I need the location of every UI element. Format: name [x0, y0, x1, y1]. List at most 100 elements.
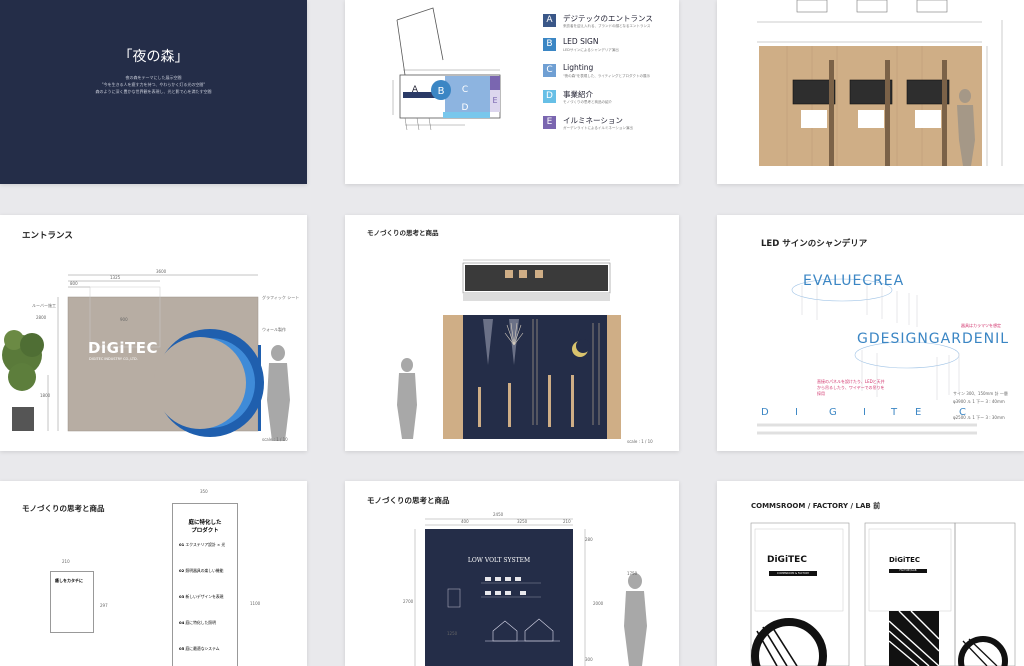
board-item-num: 03 [179, 594, 185, 599]
small-board: 癒しをカタチに [50, 571, 94, 633]
cover-slide[interactable]: 「夜の森」 夜の森をテーマにした展示空間 "今を生きる人を癒す力を持つ、やわらか… [0, 0, 307, 184]
letter-t: T [891, 407, 898, 418]
legend-sub-c: "夜の森"を表現した、ライティングとプロダクトの展示 [563, 74, 650, 78]
dim-left: 800 [70, 281, 78, 286]
board-item-label: 庭に最適なシステム [185, 646, 220, 651]
small-board-title: 癒しをカタチに [55, 578, 83, 583]
dim-total: 3600 [156, 269, 167, 274]
cover-line-2: "今を生きる人を癒す力を持つ、やわらかく灯る光の空間" [101, 82, 206, 87]
entrance-drawing [2, 274, 290, 441]
dim-lower: 1800 [40, 393, 51, 398]
board-item-num: 05 [179, 646, 185, 651]
lv-dim-top: 280 [585, 537, 593, 542]
commsroom-slide[interactable]: COMMSROOM / FACTORY / LAB 前 DiGiTEC COMM… [717, 481, 1024, 666]
cover-line-3: 森のように深く豊かな世界観を表現し、光と影で心を満たす空間 [95, 89, 212, 94]
board-item-num: 04 [179, 620, 185, 625]
dim-height: 2800 [36, 315, 47, 320]
board-item-5: 05 庭に最適なシステム [179, 646, 220, 652]
legend-sub-a: 来訪者を迎え入れる、ブランドの顔となるエントランス [563, 24, 651, 28]
legend-label-a: デジテックのエントランス [563, 14, 653, 23]
legend-label-d: 事業紹介 [563, 90, 593, 99]
board-item-4: 04 庭に特化した照明 [179, 620, 216, 626]
board-item-2: 02 照明器具の楽しい機能 [179, 568, 223, 574]
board-item-num: 01 [179, 542, 185, 547]
floor-plan-drawing: B A C D E [392, 7, 501, 131]
cover-title: 「夜の森」 [118, 49, 189, 65]
board-item-label: 照明器具の楽しい機能 [185, 568, 224, 573]
legend-badge-d: D [543, 90, 556, 103]
ring2-text: GDESIGNGARDENIL [857, 331, 1009, 347]
commsroom-drawing [750, 522, 1016, 666]
letter-g: G [829, 407, 837, 418]
entrance-scale: scale : 1 / 10 [262, 437, 288, 442]
svg-text:A: A [412, 85, 419, 95]
legend-sub-b: LEDサインによるシャンデリア演出 [563, 48, 619, 52]
lv-dim-b: 3250 [517, 519, 528, 524]
letter-i1: I [795, 407, 798, 418]
board-width: 350 [200, 489, 208, 494]
board-title-line-1: 庭に特化した [188, 520, 222, 526]
dim-door: 900 [120, 317, 128, 322]
wall-elevation-drawing [757, 0, 1003, 166]
monozukuri-elevation-slide[interactable]: モノづくりの思考と商品 scale: 1 / 10 [345, 215, 679, 451]
chandelier-note-1: 器具はカラマツを想定 [961, 323, 1001, 328]
commsroom-logo: DiGiTEC [767, 555, 807, 565]
board-item-num: 02 [179, 568, 185, 573]
lv-dim-h3: 1250 [447, 631, 458, 636]
product-board-title: モノづくりの思考と商品 [22, 504, 105, 513]
letter-d: D [761, 407, 769, 418]
letter-i2: I [863, 407, 866, 418]
note-louver: ルーバー施工 [32, 303, 56, 308]
legend-badge-e: E [543, 116, 556, 129]
cover-line-1: 夜の森をテーマにした展示空間 [125, 75, 182, 80]
monozukuri-drawing [397, 259, 621, 439]
lv-dim-c: 210 [563, 519, 571, 524]
small-board-height: 297 [100, 603, 108, 608]
legend-badge-c: C [543, 64, 556, 77]
legend-label-c: Lighting [563, 63, 594, 72]
floor-plan-slide[interactable]: B A C D E A デジテックのエントランス 来訪者を迎え入れる、ブランドの… [345, 0, 679, 184]
legend-sub-d: モノづくりの思考と商品の紹介 [563, 100, 612, 104]
svg-text:D: D [462, 103, 469, 113]
board-item-3: 03 新しいデザインを表現 [179, 594, 223, 600]
commsroom-label-1: COMMSROOM & FACTORY [776, 572, 810, 575]
note-graphic: グラフィック シート [262, 295, 300, 300]
entrance-logo-sub: DIGITEC INDUSTRY CO.,LTD. [89, 357, 138, 361]
product-board-slide[interactable]: モノづくりの思考と商品 350 210 297 1100 癒しをカタチに 庭に特… [0, 481, 307, 666]
board-item-1: 01 エクステリア設計 × 光 [179, 542, 225, 548]
board-height: 1100 [250, 601, 261, 606]
low-volt-slide[interactable]: モノづくりの思考と商品 LOW VOLT SYSTEM 2450 400 325… [345, 481, 679, 666]
commsroom-label-2: FACTORY/LAB [899, 569, 917, 572]
legend-label-b: LED SIGN [563, 37, 599, 46]
wall-elevation-slide[interactable] [717, 0, 1024, 184]
legend-sub-e: ガーデンライトによるイルミネーション演出 [563, 126, 633, 130]
led-chandelier-slide[interactable]: LED サインのシャンデリア EVALUECREA GDESIGNGARDENI… [717, 215, 1024, 451]
ring1-text: EVALUECREA [803, 273, 905, 289]
factory-logo: DiGiTEC [889, 556, 921, 564]
svg-text:C: C [462, 85, 468, 95]
low-volt-heading: LOW VOLT SYSTEM [467, 557, 531, 564]
spec-3: φ2500 ル 1 下ー 3 : 30mm [953, 415, 1005, 420]
spec-1: サイン 300、150mm 計 一層 [953, 391, 1008, 396]
legend-badge-a: A [543, 14, 556, 27]
lv-dim-a: 400 [461, 519, 469, 524]
board-item-label: 庭に特化した照明 [185, 620, 216, 625]
svg-text:B: B [438, 86, 445, 97]
chandelier-note-2: 直接のパネルを設けたり、LEDと天井から吊るしたり、ワイヤーでの吊りを採用 [817, 379, 885, 396]
lv-dim-bottom: 300 [585, 657, 593, 662]
entrance-slide[interactable]: エントランス DiGiTEC DIGITEC INDUSTRY CO.,LTD.… [0, 215, 307, 451]
entrance-logo: DiGiTEC [88, 339, 159, 357]
letter-e: E [915, 407, 922, 418]
legend-label-e: イルミネーション [563, 116, 623, 125]
svg-text:E: E [492, 96, 497, 105]
lv-dim-height: 2700 [403, 599, 414, 604]
product-board: 庭に特化した プロダクト 01 エクステリア設計 × 光 02 照明器具の楽しい… [172, 503, 238, 666]
note-wall: ウォール製作 [262, 327, 286, 332]
lv-dim-h2: 2000 [593, 601, 604, 606]
small-board-width: 210 [62, 559, 70, 564]
board-item-label: 新しいデザインを表現 [185, 594, 224, 599]
dim-mid: 1325 [110, 275, 121, 280]
board-item-label: エクステリア設計 × 光 [185, 542, 226, 547]
legend-badge-b: B [543, 38, 556, 51]
lv-dim-person: 1750 [627, 571, 638, 576]
